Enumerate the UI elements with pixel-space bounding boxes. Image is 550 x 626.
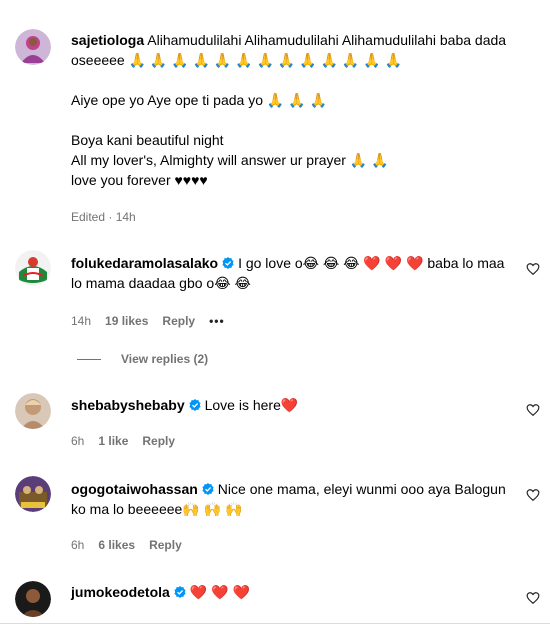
verified-badge-icon: [222, 257, 234, 269]
comment-actions: 14h 19 likes Reply •••: [71, 313, 239, 329]
verified-badge-icon: [202, 483, 214, 495]
likes-count[interactable]: 1 like: [98, 433, 128, 449]
heart-outline-icon[interactable]: [526, 488, 540, 502]
divider: [0, 623, 550, 624]
divider-line: [77, 359, 101, 361]
comment-time: 6h: [71, 434, 85, 448]
comment-text: Aiye ope yo Aye ope ti pada yo 🙏 🙏 🙏: [71, 92, 327, 108]
comment-text: All my lover's, Almighty will answer ur …: [71, 152, 389, 168]
heart-outline-icon[interactable]: [526, 591, 540, 605]
heart-outline-icon[interactable]: [526, 262, 540, 276]
username[interactable]: folukedaramolasalako: [71, 255, 218, 271]
verified-badge-icon: [174, 586, 186, 598]
more-options-button[interactable]: •••: [209, 313, 225, 329]
reply-button[interactable]: Reply: [149, 537, 182, 553]
heart-outline-icon[interactable]: [526, 403, 540, 417]
comment-text: love you forever ♥♥♥♥: [71, 172, 208, 188]
username[interactable]: ogogotaiwohassan: [71, 481, 198, 497]
username[interactable]: sajetiologa: [71, 32, 144, 48]
reply-button[interactable]: Reply: [162, 313, 195, 329]
comment-text: Boya kani beautiful night: [71, 132, 224, 148]
comment-time: 6h: [71, 538, 85, 552]
verified-badge-icon: [189, 399, 201, 411]
avatar[interactable]: [15, 476, 51, 512]
comment-actions: 6h 1 like Reply: [71, 433, 189, 449]
reply-button[interactable]: Reply: [142, 433, 175, 449]
comment-text: ❤️ ❤️ ❤️: [189, 584, 250, 600]
username[interactable]: jumokeodetola: [71, 584, 170, 600]
view-replies-button[interactable]: View replies (2): [77, 350, 208, 368]
comment-actions: 6h 6 likes Reply: [71, 537, 196, 553]
avatar[interactable]: [15, 29, 51, 65]
likes-count[interactable]: 6 likes: [98, 537, 135, 553]
avatar[interactable]: [15, 581, 51, 617]
comment-meta: Edited · 14h: [71, 210, 136, 224]
comment-text: Love is here❤️: [204, 397, 299, 413]
likes-count[interactable]: 19 likes: [105, 313, 148, 329]
avatar[interactable]: [15, 393, 51, 429]
comment-time: 14h: [71, 314, 92, 328]
username[interactable]: shebabyshebaby: [71, 397, 185, 413]
avatar[interactable]: [15, 250, 51, 286]
view-replies-label: View replies (2): [121, 352, 209, 366]
